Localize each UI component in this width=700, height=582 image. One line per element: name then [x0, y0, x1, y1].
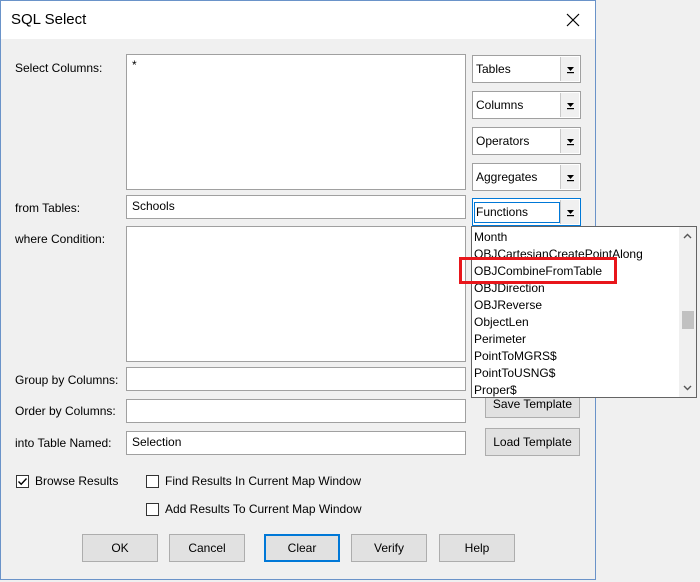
add-results-label: Add Results To Current Map Window: [165, 502, 362, 516]
scroll-up-button[interactable]: [682, 231, 693, 241]
checkbox-box[interactable]: [146, 502, 159, 516]
chevron-up-icon: [683, 233, 692, 239]
function-item[interactable]: PointToMGRS$: [474, 349, 557, 363]
operators-dropdown-button[interactable]: [560, 129, 579, 153]
chevron-down-icon: [683, 385, 692, 391]
close-button[interactable]: [559, 7, 587, 33]
find-results-checkbox[interactable]: Find Results In Current Map Window: [146, 474, 361, 488]
clear-button[interactable]: Clear: [264, 534, 340, 562]
browse-results-checkbox[interactable]: Browse Results: [16, 474, 118, 488]
checkmark-icon: [18, 477, 28, 485]
arrow-down-icon: [566, 103, 574, 110]
arrow-down-icon: [566, 67, 574, 74]
title-bar: SQL Select: [1, 1, 595, 39]
function-item[interactable]: ObjectLen: [474, 315, 529, 329]
from-tables-field[interactable]: Schools: [126, 195, 466, 219]
aggregates-combo-label: Aggregates: [476, 170, 538, 184]
dropdown-scrollbar[interactable]: [679, 227, 696, 397]
help-button[interactable]: Help: [439, 534, 515, 562]
columns-dropdown-button[interactable]: [560, 93, 579, 117]
function-item[interactable]: PointToUSNG$: [474, 366, 555, 380]
from-tables-label: from Tables:: [15, 201, 81, 215]
close-icon: [566, 13, 580, 27]
columns-combo-label: Columns: [476, 98, 524, 112]
checkbox-box[interactable]: [146, 474, 159, 488]
aggregates-combo[interactable]: Aggregates: [472, 163, 581, 191]
tables-combo-label: Tables: [476, 62, 511, 76]
into-table-label: into Table Named:: [15, 436, 112, 450]
function-item[interactable]: Perimeter: [474, 332, 526, 346]
load-template-button[interactable]: Load Template: [485, 428, 580, 456]
into-table-field[interactable]: Selection: [126, 431, 466, 455]
function-item[interactable]: Month: [474, 230, 507, 244]
arrow-down-icon: [566, 210, 574, 217]
order-by-field[interactable]: [126, 399, 466, 423]
select-columns-field[interactable]: *: [126, 54, 466, 190]
group-by-label: Group by Columns:: [15, 373, 119, 387]
where-condition-field[interactable]: [126, 226, 466, 362]
arrow-down-icon: [566, 175, 574, 182]
function-item[interactable]: Proper$: [474, 383, 517, 397]
select-columns-label: Select Columns:: [15, 61, 103, 75]
tables-dropdown-button[interactable]: [560, 57, 579, 81]
window-title: SQL Select: [11, 11, 87, 28]
columns-combo[interactable]: Columns: [472, 91, 581, 119]
arrow-down-icon: [566, 139, 574, 146]
group-by-field[interactable]: [126, 367, 466, 391]
tables-combo[interactable]: Tables: [472, 55, 581, 83]
functions-dropdown-list: Month OBJCartesianCreatePointAlong OBJCo…: [471, 226, 697, 398]
ok-button[interactable]: OK: [82, 534, 158, 562]
scroll-down-button[interactable]: [682, 383, 693, 393]
order-by-label: Order by Columns:: [15, 404, 116, 418]
function-item[interactable]: OBJReverse: [474, 298, 542, 312]
operators-combo[interactable]: Operators: [472, 127, 581, 155]
scroll-thumb[interactable]: [682, 311, 694, 329]
functions-combo[interactable]: Functions: [472, 198, 581, 226]
operators-combo-label: Operators: [476, 134, 530, 148]
aggregates-dropdown-button[interactable]: [560, 165, 579, 189]
checkbox-box[interactable]: [16, 474, 29, 488]
functions-dropdown-button[interactable]: [560, 200, 579, 224]
highlight-annotation-box: [459, 257, 617, 284]
where-condition-label: where Condition:: [15, 232, 106, 246]
find-results-label: Find Results In Current Map Window: [165, 474, 362, 488]
cancel-button[interactable]: Cancel: [169, 534, 245, 562]
functions-combo-label: Functions: [476, 205, 529, 219]
add-results-checkbox[interactable]: Add Results To Current Map Window: [146, 502, 362, 516]
browse-results-label: Browse Results: [35, 474, 119, 488]
verify-button[interactable]: Verify: [351, 534, 427, 562]
